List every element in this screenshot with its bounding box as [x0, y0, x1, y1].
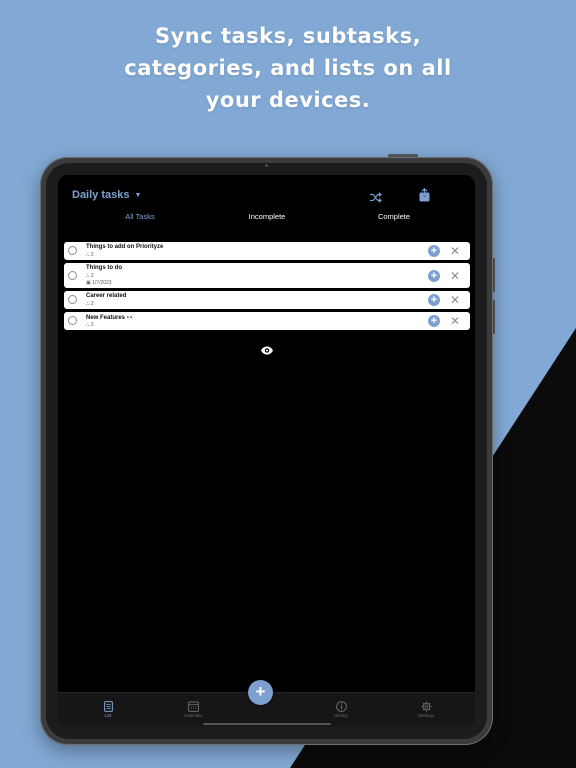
shuffle-icon[interactable]	[369, 190, 382, 208]
task-title: Things to add on Priorityze	[86, 244, 164, 250]
task-title: New Features 👀	[86, 315, 135, 321]
task-checkbox[interactable]	[68, 270, 77, 280]
task-subtask-count: ⛬ 2	[86, 322, 94, 328]
filter-tab-incomplete[interactable]: Incomplete	[249, 212, 286, 221]
task-list: Things to add on Priorityze ⛬ 2 + ✕ Thin…	[64, 242, 470, 333]
headline: Sync tasks, subtasks, categories, and li…	[0, 20, 576, 116]
calendar-small-icon: ▣	[86, 280, 91, 286]
add-task-button[interactable]: +	[248, 680, 273, 705]
tab-label: Calendar	[183, 713, 203, 718]
task-row[interactable]: Things to add on Priorityze ⛬ 2 + ✕	[64, 242, 470, 260]
task-title: Career related	[86, 293, 127, 299]
headline-line-3: your devices.	[205, 88, 371, 112]
delete-task-button[interactable]: ✕	[449, 270, 461, 282]
headline-line-2: categories, and lists on all	[124, 56, 452, 80]
task-subtask-count: ⛬ 2	[86, 273, 94, 279]
subtask-icon: ⛬	[86, 322, 90, 328]
list-selector[interactable]: Daily tasks ▼	[72, 189, 141, 201]
list-title: Daily tasks	[72, 189, 130, 201]
delete-task-button[interactable]: ✕	[449, 315, 461, 327]
tab-label: List	[104, 713, 112, 718]
subtask-icon: ⛬	[86, 301, 90, 307]
home-indicator	[203, 723, 331, 725]
task-due-date: ▣ 1/7/2023	[86, 280, 112, 286]
device-camera	[265, 164, 268, 167]
task-checkbox[interactable]	[68, 295, 77, 304]
tab-history[interactable]: History	[311, 701, 371, 718]
eye-icon[interactable]	[260, 342, 274, 360]
task-checkbox[interactable]	[68, 246, 77, 255]
share-icon[interactable]	[419, 187, 430, 207]
task-checkbox[interactable]	[68, 316, 77, 325]
tab-label: History	[333, 713, 348, 718]
filter-tab-all[interactable]: All Tasks	[125, 212, 154, 221]
calendar-icon	[187, 701, 199, 712]
dropdown-caret-icon: ▼	[134, 192, 142, 199]
add-subtask-button[interactable]: +	[428, 315, 440, 327]
add-subtask-button[interactable]: +	[428, 294, 440, 306]
task-row[interactable]: Things to do ⛬ 2 ▣ 1/7/2023 + ✕	[64, 263, 470, 288]
delete-task-button[interactable]: ✕	[449, 245, 461, 257]
info-icon	[335, 701, 347, 712]
app-screen: Daily tasks ▼ All Tasks Incomplete Comple…	[58, 175, 475, 727]
add-subtask-button[interactable]: +	[428, 245, 440, 257]
task-row[interactable]: New Features 👀 ⛬ 2 + ✕	[64, 312, 470, 330]
task-subtask-count: ⛬ 2	[86, 301, 94, 307]
tab-calendar[interactable]: Calendar	[163, 701, 223, 718]
task-row[interactable]: Career related ⛬ 2 + ✕	[64, 291, 470, 309]
tab-list[interactable]: List	[78, 701, 138, 718]
task-title: Things to do	[86, 265, 122, 271]
add-subtask-button[interactable]: +	[428, 269, 440, 282]
filter-tabs: All Tasks Incomplete Complete	[58, 212, 475, 224]
tab-settings[interactable]: Settings	[396, 701, 456, 718]
filter-tab-complete[interactable]: Complete	[378, 212, 410, 221]
delete-task-button[interactable]: ✕	[449, 294, 461, 306]
headline-line-1: Sync tasks, subtasks,	[154, 24, 422, 48]
list-icon	[103, 701, 113, 712]
subtask-icon: ⛬	[86, 252, 90, 258]
subtask-icon: ⛬	[86, 273, 90, 279]
gear-icon	[421, 701, 431, 712]
task-subtask-count: ⛬ 2	[86, 252, 94, 258]
tab-label: Settings	[417, 713, 435, 718]
